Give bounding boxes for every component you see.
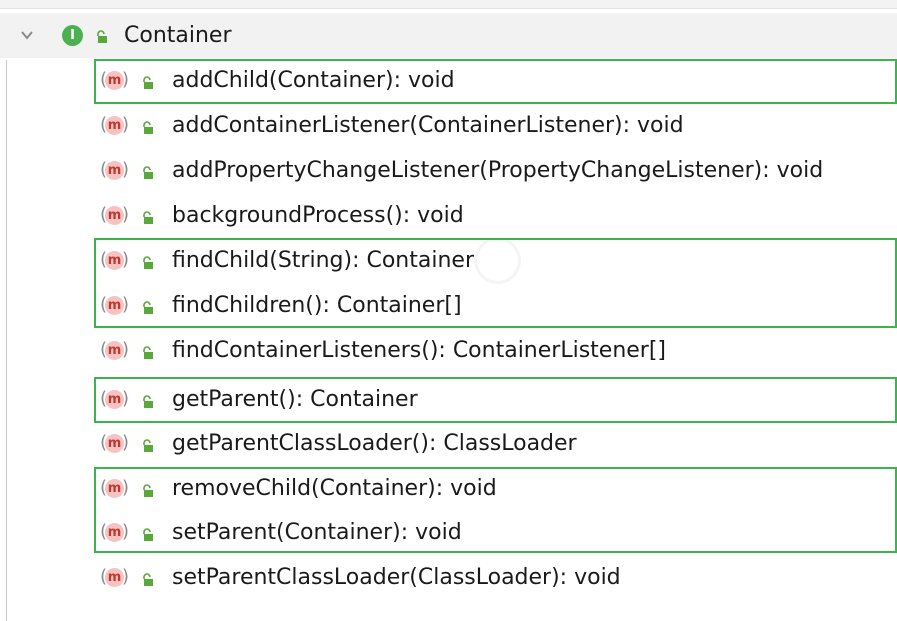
panel-top-edge (0, 0, 897, 9)
method-label: removeChild(Container): void (172, 476, 497, 501)
method-icon: (m) (100, 294, 130, 315)
tree-method-node[interactable]: (m) removeChild(Container): void (0, 467, 897, 512)
method-icon: (m) (100, 114, 130, 135)
lock-icon (141, 165, 155, 179)
lock-icon (141, 210, 155, 224)
tree-method-node[interactable]: (m) addPropertyChangeListener(PropertyCha… (0, 149, 897, 194)
lock-icon (141, 300, 155, 314)
method-icon: (m) (100, 477, 130, 498)
lock-icon (141, 572, 155, 586)
method-icon: (m) (100, 159, 130, 180)
method-label: getParentClassLoader(): ClassLoader (172, 431, 577, 456)
method-label: setParentClassLoader(ClassLoader): void (172, 565, 621, 590)
chevron-down-icon[interactable] (19, 27, 35, 43)
tree-method-node[interactable]: (m) addContainerListener(ContainerListene… (0, 104, 897, 149)
tree-method-node[interactable]: (m) addChild(Container): void (0, 59, 897, 104)
method-label: backgroundProcess(): void (172, 203, 464, 228)
tree-method-node[interactable]: (m) setParent(Container): void (0, 511, 897, 556)
method-label: addContainerListener(ContainerListener):… (172, 113, 684, 138)
tree-method-node[interactable]: (m) findContainerListeners(): ContainerLi… (0, 329, 897, 374)
method-icon: (m) (100, 339, 130, 360)
method-icon: (m) (100, 566, 130, 587)
method-icon: (m) (100, 521, 130, 542)
tree-method-node[interactable]: (m) setParentClassLoader(ClassLoader): vo… (0, 556, 897, 601)
tree-method-node[interactable]: (m) getParent(): Container (0, 378, 897, 423)
lock-icon (141, 345, 155, 359)
tree-root-label: Container (124, 23, 232, 48)
method-label: findChildren(): Container[] (172, 293, 462, 318)
method-icon: (m) (100, 249, 130, 270)
lock-icon (141, 255, 155, 269)
lock-icon (95, 29, 109, 43)
tree-method-node[interactable]: (m) findChildren(): Container[] (0, 284, 897, 329)
method-icon: (m) (100, 69, 130, 90)
lock-icon (141, 394, 155, 408)
method-label: getParent(): Container (172, 387, 418, 412)
method-icon: (m) (100, 204, 130, 225)
tree-method-node[interactable]: (m) getParentClassLoader(): ClassLoader (0, 422, 897, 467)
tree-method-node[interactable]: (m) backgroundProcess(): void (0, 194, 897, 239)
lock-icon (141, 438, 155, 452)
tree-root-node[interactable]: I Container (0, 13, 897, 58)
method-icon: (m) (100, 388, 130, 409)
method-icon: (m) (100, 432, 130, 453)
lock-icon (141, 527, 155, 541)
tree-method-node[interactable]: (m) findChild(String): Container (0, 239, 897, 284)
interface-icon: I (62, 25, 83, 46)
method-label: addChild(Container): void (172, 68, 455, 93)
method-label: findChild(String): Container (172, 248, 474, 273)
method-label: setParent(Container): void (172, 520, 462, 545)
lock-icon (141, 120, 155, 134)
lock-icon (141, 75, 155, 89)
lock-icon (141, 483, 155, 497)
method-label: addPropertyChangeListener(PropertyChange… (172, 158, 824, 183)
method-label: findContainerListeners(): ContainerListe… (172, 338, 667, 363)
